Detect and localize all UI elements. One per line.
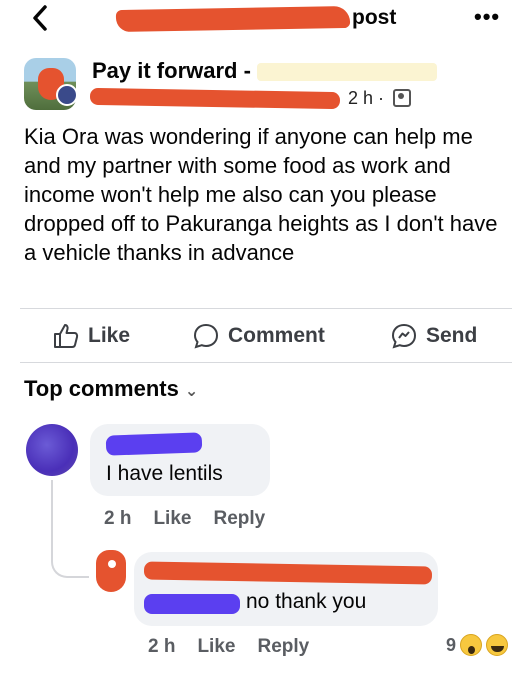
group-privacy-icon [393,89,412,107]
replier-name-redacted [143,561,433,585]
page-title: post [115,5,416,33]
top-comments-label: Top comments [24,376,179,401]
post-body: Kia Ora was wondering if anyone can help… [24,124,498,265]
comment-button[interactable]: Comment [192,320,325,352]
wow-emoji-icon [460,634,483,656]
messenger-send-icon [391,323,417,349]
comment-time: 2 h [104,508,132,529]
divider [20,362,512,363]
like-label: Like [88,324,131,347]
commenter-name-redacted [105,432,203,456]
meta-separator: · [378,88,385,108]
page-title-suffix: post [352,6,397,29]
avatar-detail [108,560,116,568]
mention-redacted [144,594,240,614]
redaction-mark [256,63,437,82]
like-button[interactable]: Like [52,320,130,352]
thread-line [51,556,89,578]
reply-text: no thank you [246,590,367,613]
comment-label: Comment [228,324,325,347]
group-name[interactable]: Pay it forward - [92,58,437,84]
comment-like-button[interactable]: Like [153,508,191,530]
comment-text: I have lentils [106,462,223,485]
author-name-redacted [89,87,341,110]
chevron-left-icon[interactable] [28,4,54,32]
more-dots-icon[interactable]: ••• [474,4,500,30]
haha-emoji-icon [486,634,509,656]
comment-bubble-icon [193,323,219,349]
comment-bubble[interactable]: I have lentils [90,424,270,496]
thumbs-up-icon [54,324,79,348]
send-label: Send [426,324,478,347]
commenter-avatar[interactable] [26,424,78,476]
post-time[interactable]: 2 h [348,88,373,108]
group-name-label: Pay it forward - [92,58,251,83]
post-meta: 2 h · [348,88,412,109]
send-button[interactable]: Send [390,320,477,352]
comment-reply-button[interactable]: Reply [213,508,265,530]
author-avatar[interactable] [56,84,78,106]
top-comments-filter[interactable]: Top comments ⌄ [24,376,198,402]
reply-time: 2 h [148,636,176,657]
reply-bubble[interactable]: no thank you [134,552,438,626]
replier-avatar[interactable] [90,548,130,600]
divider [20,308,512,309]
redaction-mark [115,5,351,33]
reply-like-button[interactable]: Like [197,636,235,658]
chevron-down-icon: ⌄ [184,383,199,400]
reply-reply-button[interactable]: Reply [257,636,309,658]
reaction-count: 9 [446,634,457,655]
top-bar: post ••• [0,0,530,40]
reply-meta: 2 h Like Reply [148,636,309,658]
thread-line [51,480,53,558]
heart-logo-icon [96,550,126,592]
comment-meta: 2 h Like Reply [104,508,265,530]
reaction-summary[interactable]: 9 [446,634,509,656]
